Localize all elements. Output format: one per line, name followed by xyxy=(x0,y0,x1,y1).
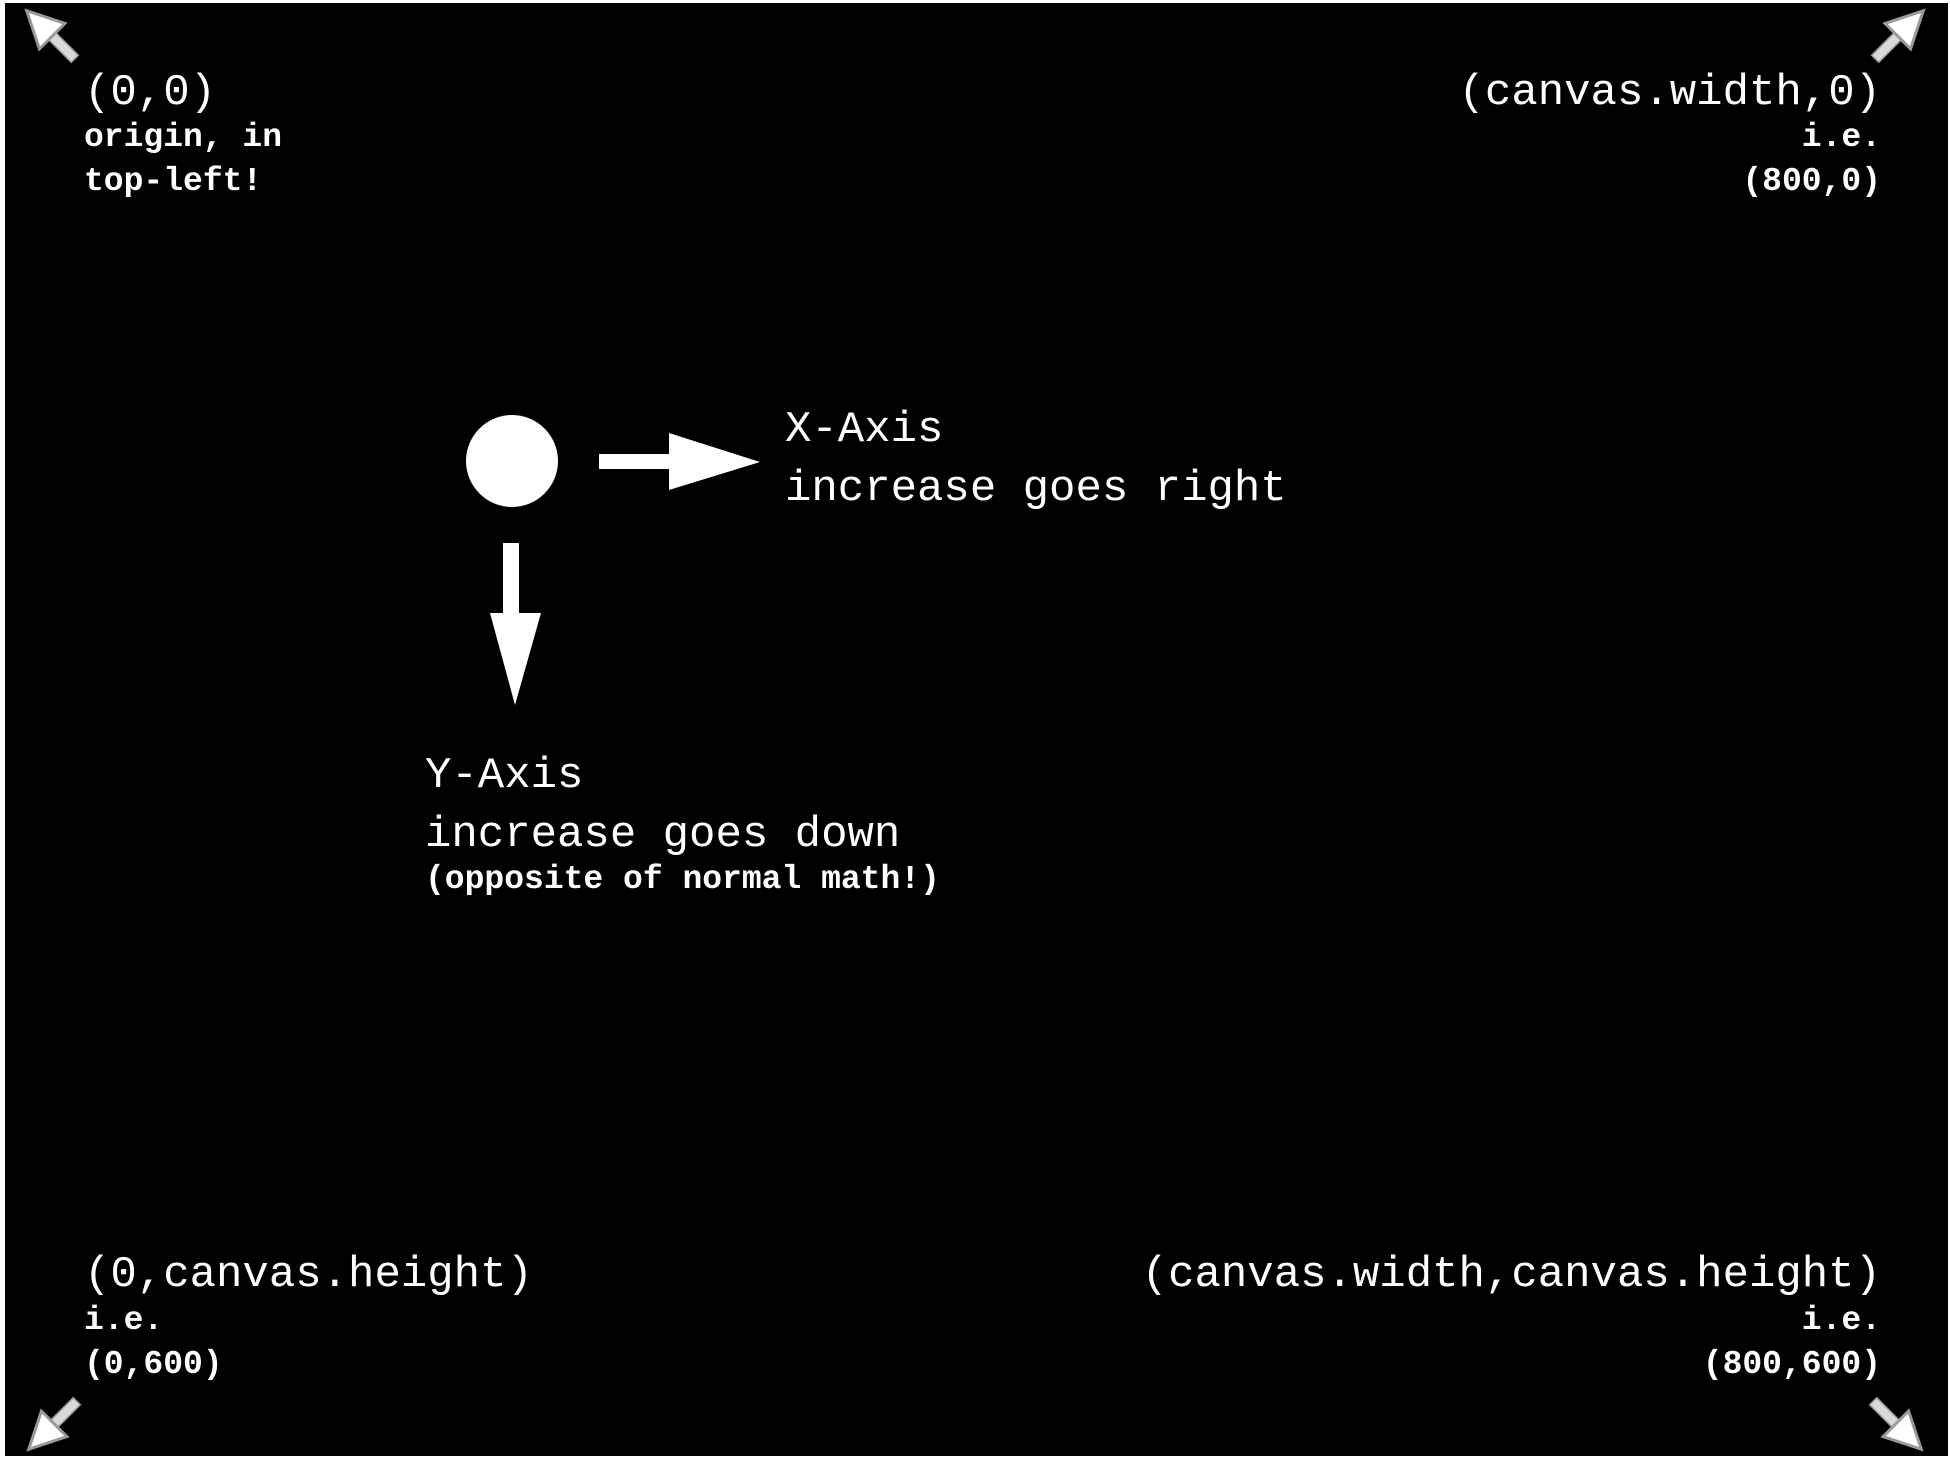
top-left-corner-arrow-icon xyxy=(24,8,80,64)
bottom-right-note-line1: i.e. xyxy=(1801,1302,1881,1339)
top-right-note-line2: (800,0) xyxy=(1742,163,1881,200)
x-axis-description: increase goes right xyxy=(785,464,1287,514)
top-left-note-line2: top-left! xyxy=(84,163,263,200)
bottom-left-note-line2: (0,600) xyxy=(84,1346,223,1383)
y-axis-arrow-icon xyxy=(490,543,541,705)
y-axis-description: increase goes down xyxy=(425,810,901,860)
origin-dot xyxy=(466,415,558,507)
canvas-diagram: (0,0) origin, in top-left! (canvas.width… xyxy=(5,3,1948,1456)
top-left-coords: (0,0) xyxy=(84,68,217,118)
diagram-graphics xyxy=(24,8,1926,1452)
x-axis-arrow-icon xyxy=(599,433,760,490)
x-axis-title: X-Axis xyxy=(785,405,944,455)
bottom-right-corner-arrow-icon xyxy=(1868,1396,1924,1452)
bottom-left-note-line1: i.e. xyxy=(84,1302,164,1339)
y-axis-note: (opposite of normal math!) xyxy=(425,861,940,898)
top-right-note-line1: i.e. xyxy=(1801,119,1881,156)
bottom-left-corner-arrow-icon xyxy=(26,1396,82,1452)
bottom-left-coords: (0,canvas.height) xyxy=(84,1250,533,1300)
y-axis-title: Y-Axis xyxy=(425,751,584,801)
bottom-right-coords: (canvas.width,canvas.height) xyxy=(1141,1250,1881,1300)
top-left-note-line1: origin, in xyxy=(84,119,283,156)
top-right-corner-arrow-icon xyxy=(1870,8,1926,64)
top-right-coords: (canvas.width,0) xyxy=(1458,68,1881,118)
bottom-right-note-line2: (800,600) xyxy=(1702,1346,1881,1383)
